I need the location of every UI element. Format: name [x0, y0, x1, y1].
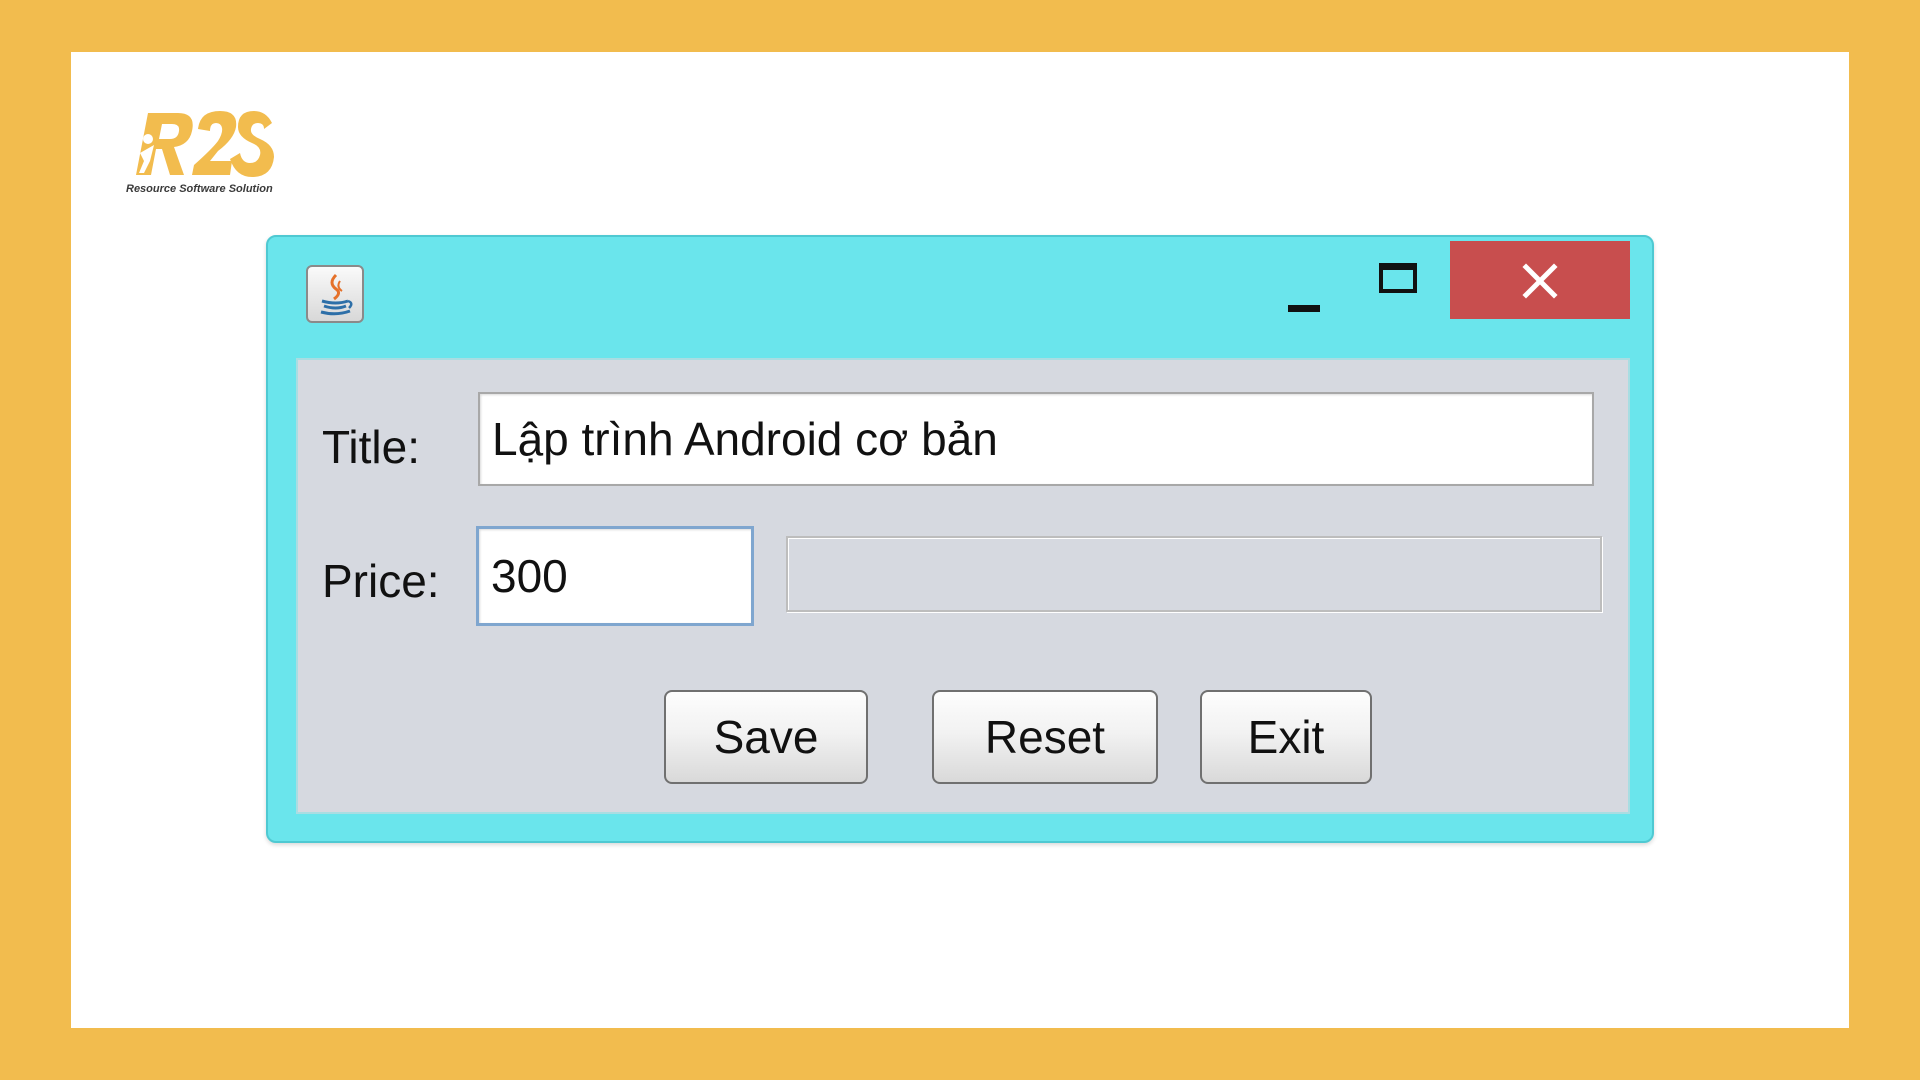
message-field — [786, 536, 1602, 612]
r2s-logo: Resource Software Solution — [126, 105, 276, 200]
maximize-icon[interactable] — [1364, 259, 1434, 309]
save-button[interactable]: Save — [664, 690, 868, 784]
form-panel: Title: Lập trình Android cơ bản Price: 3… — [296, 358, 1630, 814]
r2s-logo-mark — [136, 111, 274, 177]
price-input[interactable]: 300 — [476, 526, 754, 626]
title-label: Title: — [322, 421, 420, 473]
minimize-icon[interactable] — [1268, 275, 1338, 325]
exit-button[interactable]: Exit — [1200, 690, 1372, 784]
close-button[interactable] — [1450, 241, 1630, 319]
background-frame: Resource Software Solution Title: Lập tr… — [0, 0, 1920, 1080]
java-icon[interactable] — [306, 265, 364, 323]
title-input[interactable]: Lập trình Android cơ bản — [478, 392, 1594, 486]
logo-tagline: Resource Software Solution — [126, 183, 273, 195]
reset-button[interactable]: Reset — [932, 690, 1158, 784]
price-label: Price: — [322, 555, 440, 607]
close-icon — [1522, 263, 1558, 299]
app-window: Title: Lập trình Android cơ bản Price: 3… — [266, 235, 1654, 843]
